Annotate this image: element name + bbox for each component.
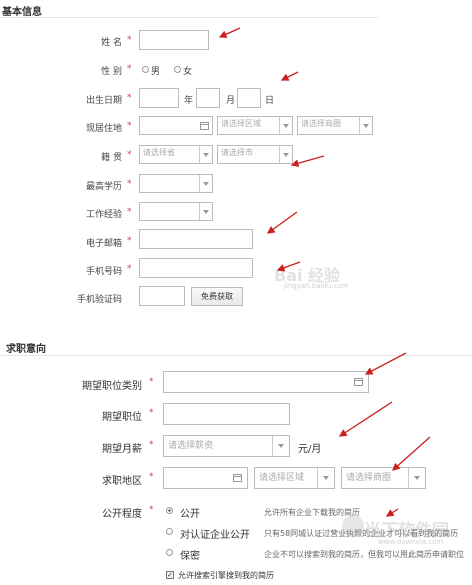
annotation-arrows [218,27,431,517]
red-arrow [338,401,393,437]
red-arrow [392,436,431,471]
red-arrow [290,155,325,167]
red-arrow [266,211,298,234]
red-arrow [218,27,241,38]
red-arrow [385,508,399,517]
red-arrow [364,352,407,375]
red-arrow [276,261,301,272]
red-arrow [280,71,299,81]
